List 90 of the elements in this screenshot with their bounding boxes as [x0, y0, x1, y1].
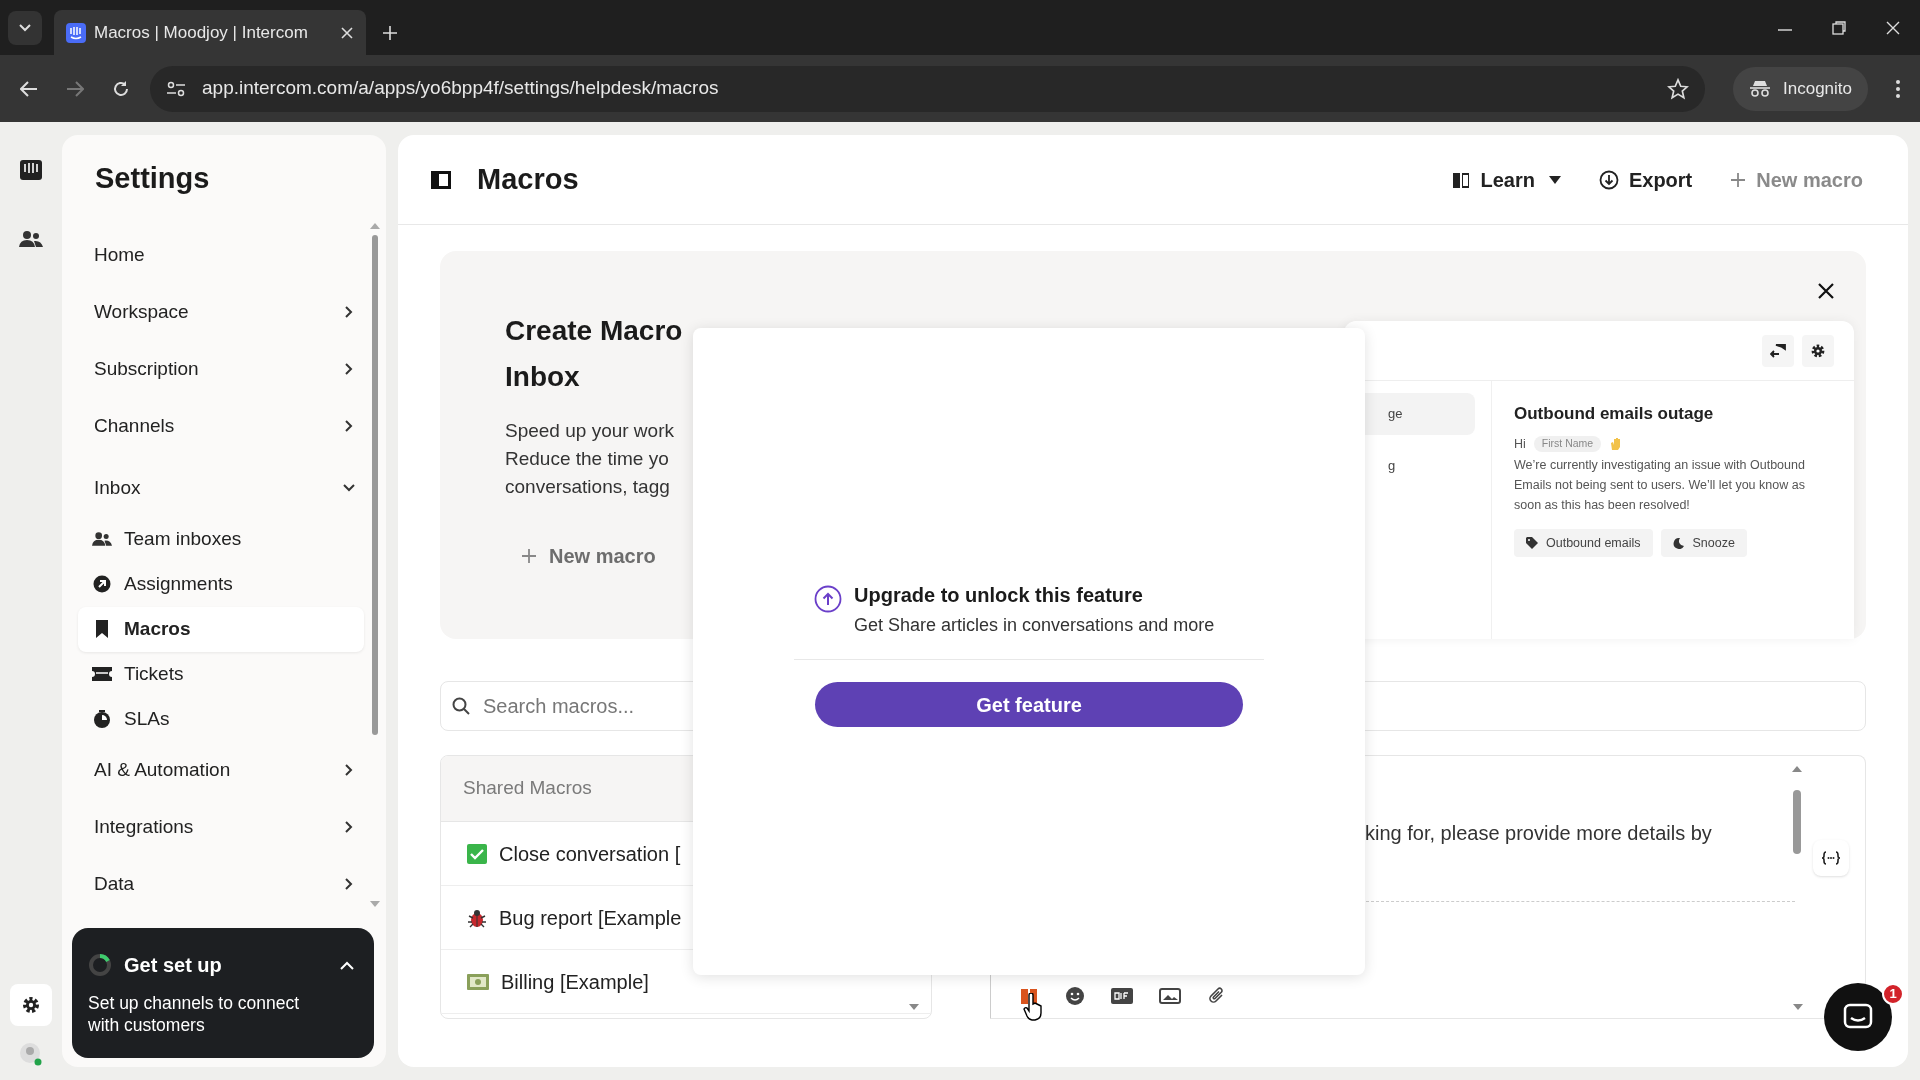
- settings-button[interactable]: [10, 984, 52, 1026]
- variable-button[interactable]: [1813, 840, 1849, 876]
- tag-chip: Outbound emails: [1514, 529, 1653, 558]
- avatar-icon[interactable]: [19, 1042, 43, 1066]
- assign-icon: [92, 575, 112, 593]
- reload-icon[interactable]: [112, 79, 130, 98]
- people-icon[interactable]: [19, 230, 43, 248]
- export-button[interactable]: Export: [1586, 157, 1705, 202]
- pointer-cursor-icon: [1023, 993, 1045, 1021]
- banner-text: Reduce the time yo: [505, 447, 670, 471]
- panel-title: Settings: [94, 161, 211, 196]
- restore-icon[interactable]: [1832, 21, 1846, 35]
- book-icon: [1452, 170, 1471, 189]
- banner-title: Inbox: [505, 360, 581, 394]
- incognito-button[interactable]: Incognito: [1733, 66, 1868, 111]
- bug-icon: [467, 907, 487, 928]
- scrollbar-thumb[interactable]: [1793, 790, 1801, 854]
- address-bar[interactable]: app.intercom.com/a/apps/yo6bpp4f/settings/helpdesk/macros: [150, 65, 1705, 112]
- nav-item[interactable]: Assignments: [78, 561, 364, 607]
- nav-item[interactable]: AI & Automation: [78, 741, 364, 799]
- new-tab-icon[interactable]: [382, 25, 398, 41]
- bill-icon: [467, 973, 489, 990]
- upgrade-title: Upgrade to unlock this feature: [854, 583, 1144, 608]
- setup-card[interactable]: Get set up Set up channels to connect with customers: [72, 928, 374, 1058]
- plus-icon: [521, 548, 537, 564]
- site-settings-icon[interactable]: [166, 80, 186, 97]
- browser-tab[interactable]: Macros | Moodjoy | Intercom: [54, 10, 366, 55]
- nav-item[interactable]: Inbox: [78, 459, 364, 517]
- greeting-text: Hi: [1514, 435, 1526, 453]
- preview-row-text: g: [1387, 457, 1397, 476]
- nav-item[interactable]: Tickets: [78, 651, 364, 697]
- incognito-icon: [1749, 79, 1771, 98]
- setup-description: Set up channels to connect with customers: [88, 992, 301, 1036]
- page-title: Macros: [477, 161, 580, 197]
- nav-item[interactable]: SLAs: [78, 696, 364, 742]
- settings-icon: [21, 995, 41, 1015]
- clock-icon: [92, 710, 112, 728]
- banner-text: conversations, tagg: [505, 475, 671, 499]
- search-icon: [452, 697, 470, 715]
- nav-item[interactable]: Workspace: [78, 283, 364, 341]
- nav-item[interactable]: Macros: [78, 606, 364, 652]
- nav-item[interactable]: Home: [78, 226, 364, 284]
- gif-icon[interactable]: [1111, 988, 1133, 1004]
- new-macro-button[interactable]: New macro: [505, 537, 672, 575]
- check-icon: [467, 843, 487, 864]
- tab-search-button[interactable]: [8, 11, 42, 45]
- braces-icon: [1821, 851, 1841, 865]
- assign-icon: [1770, 343, 1786, 358]
- inbox-app-icon[interactable]: [20, 160, 42, 180]
- plus-icon: [1730, 171, 1747, 188]
- nav-item[interactable]: Data: [78, 855, 364, 913]
- ticket-icon: [92, 667, 112, 681]
- caret-icon: [19, 24, 31, 32]
- upgrade-icon: [814, 585, 842, 613]
- menu-icon[interactable]: [1896, 79, 1900, 98]
- preview-message: We’re currently investigating an issue with Outbound Emails not being sent to users. We’ll let you know as soon as this has been resolved!: [1514, 457, 1806, 515]
- image-icon[interactable]: [1159, 988, 1181, 1004]
- reply-text: king for, please provide more details by: [1365, 821, 1712, 846]
- scroll-up-icon[interactable]: [1792, 766, 1802, 772]
- nav-item[interactable]: Subscription: [78, 340, 364, 398]
- progress-ring-icon: [88, 953, 112, 977]
- banner-title: Create Macro: [505, 314, 684, 348]
- banner-text: Speed up your work: [505, 419, 675, 443]
- scroll-down-icon[interactable]: [909, 1004, 919, 1010]
- gear-icon: [1810, 342, 1826, 359]
- preview-title: Outbound emails outage: [1514, 403, 1715, 425]
- get-feature-button[interactable]: Get feature: [815, 682, 1243, 727]
- tag-icon: [1526, 537, 1538, 550]
- caret-icon[interactable]: [340, 960, 354, 970]
- download-icon: [1598, 169, 1619, 190]
- bookmark-star-icon[interactable]: [1667, 77, 1689, 100]
- nav-item[interactable]: Integrations: [78, 798, 364, 856]
- nav-item[interactable]: Channels: [78, 397, 364, 455]
- snooze-chip: Snooze: [1660, 529, 1747, 558]
- upgrade-description: Get Share articles in conversations and more: [854, 614, 1215, 637]
- close-icon[interactable]: [1818, 283, 1834, 299]
- app-logo-icon: [66, 22, 86, 43]
- moon-icon: [1672, 537, 1685, 550]
- chat-icon: [1843, 1003, 1873, 1031]
- variable-chip: First Name: [1533, 436, 1602, 452]
- sidebar-toggle-icon[interactable]: [431, 170, 451, 189]
- emoji-icon[interactable]: [1065, 986, 1085, 1006]
- learn-button[interactable]: Learn: [1440, 157, 1573, 202]
- setup-title: Get set up: [124, 953, 223, 978]
- back-icon[interactable]: [20, 80, 38, 97]
- scroll-down-icon[interactable]: [1793, 1004, 1803, 1010]
- nav-item[interactable]: Team inboxes: [78, 516, 364, 562]
- caret-icon: [1548, 175, 1561, 184]
- people-icon: [92, 531, 112, 547]
- forward-icon: [66, 80, 84, 97]
